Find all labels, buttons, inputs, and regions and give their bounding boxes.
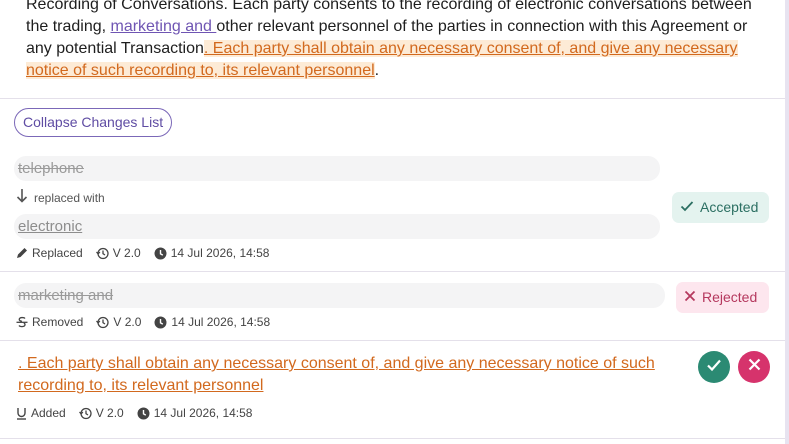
- change-old-text: marketing and: [14, 283, 665, 308]
- history-icon: [95, 247, 109, 260]
- change-meta: Removed V 2.0 14 Jul 2026, 14:58: [16, 315, 278, 329]
- check-icon: [706, 358, 722, 377]
- reject-change-button[interactable]: [738, 351, 770, 383]
- status-label: Rejected: [702, 289, 758, 305]
- clock-icon: [154, 316, 167, 329]
- check-icon: [680, 192, 694, 223]
- change-meta: Replaced V 2.0 14 Jul 2026, 14:58: [16, 246, 277, 260]
- replaced-with-label: replaced with: [34, 190, 105, 205]
- arrow-down-icon: [16, 188, 28, 207]
- change-timestamp: 14 Jul 2026, 14:58: [153, 406, 253, 420]
- collapse-changes-button[interactable]: Collapse Changes List: [14, 108, 173, 137]
- divider: [0, 438, 785, 439]
- status-label: Accepted: [700, 199, 759, 215]
- change-version: V 2.0: [112, 246, 141, 260]
- new-text-label: electronic: [18, 218, 83, 235]
- change-timestamp: 14 Jul 2026, 14:58: [170, 246, 270, 260]
- old-text-label: telephone: [18, 160, 84, 177]
- divider: [0, 271, 785, 272]
- replaced-with-indicator: replaced with: [16, 188, 105, 207]
- change-timestamp: 14 Jul 2026, 14:58: [171, 315, 271, 329]
- close-icon: [684, 282, 696, 313]
- close-icon: [748, 358, 761, 376]
- accept-change-button[interactable]: [698, 351, 730, 383]
- change-type: Replaced: [32, 246, 83, 260]
- change-new-text: electronic: [14, 214, 660, 239]
- clock-icon: [137, 407, 150, 420]
- status-badge-accepted: Accepted: [672, 192, 769, 223]
- change-version: V 2.0: [113, 315, 142, 329]
- change-type: Added: [31, 406, 66, 420]
- doc-insert-marketing[interactable]: marketing and: [111, 18, 217, 35]
- history-icon: [78, 407, 92, 420]
- divider: [0, 340, 785, 341]
- change-version: V 2.0: [95, 406, 124, 420]
- status-badge-rejected: Rejected: [676, 282, 769, 313]
- old-text-label: marketing and: [18, 287, 114, 304]
- change-type: Removed: [32, 315, 84, 329]
- change-old-text: telephone: [14, 156, 660, 181]
- doc-text-after: .: [374, 62, 380, 79]
- change-meta: Added V 2.0 14 Jul 2026, 14:58: [16, 406, 260, 420]
- change-added-text[interactable]: . Each party shall obtain any necessary …: [18, 353, 678, 397]
- strikethrough-icon: [16, 316, 28, 328]
- document-paragraph: Recording of Conversations. Each party c…: [26, 0, 761, 82]
- clock-icon: [154, 247, 167, 260]
- history-icon: [96, 316, 110, 329]
- divider: [0, 98, 785, 99]
- pencil-icon: [16, 247, 28, 259]
- right-scroll-rail: [785, 0, 789, 444]
- underline-icon: [16, 407, 27, 420]
